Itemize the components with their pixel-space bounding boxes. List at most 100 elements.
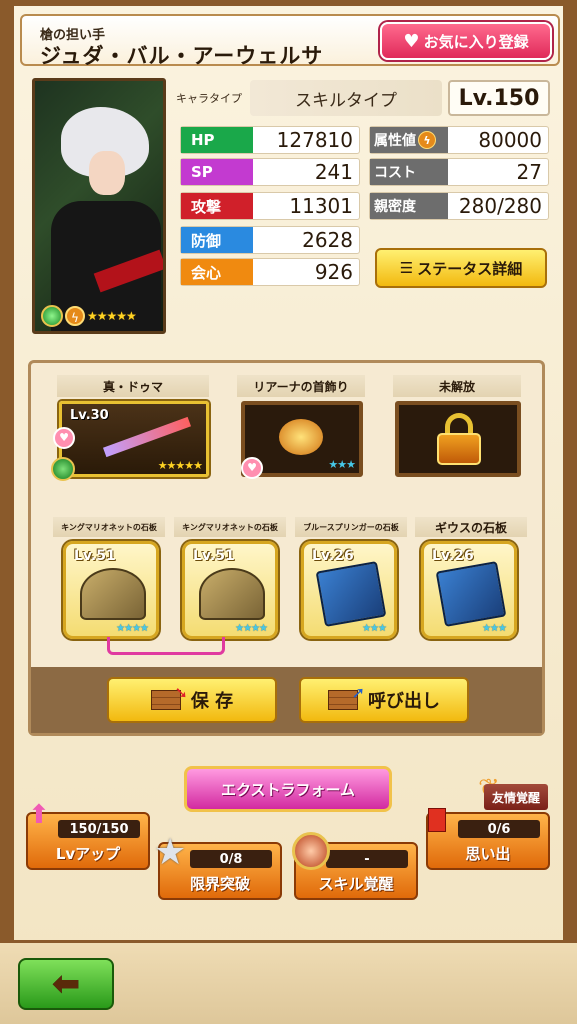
- stat-attack: 攻撃 11301: [180, 192, 360, 220]
- heart-icon: ♥: [403, 30, 420, 52]
- lightning-attribute-icon: ϟ: [418, 131, 436, 149]
- weapon-slot[interactable]: Lv.30 ★★★★★: [59, 401, 209, 477]
- stat-hp: HP 127810: [180, 126, 360, 154]
- save-button[interactable]: ➘ 保 存: [107, 677, 277, 723]
- blue-tablet-icon: [315, 561, 387, 627]
- padlock-icon: [437, 413, 481, 465]
- stat-sp-value: 241: [314, 160, 353, 184]
- stat-attribute: 属性値 ϟ 80000: [369, 126, 549, 154]
- favorite-button[interactable]: ♥ お気に入り登録: [380, 22, 552, 60]
- tablet-3-level: Lv.26: [312, 548, 354, 564]
- memories-progress: 0/6: [458, 820, 540, 838]
- portrait-badges: ϟ ★★★★★: [41, 305, 137, 327]
- necklace-icon: [279, 419, 323, 455]
- gold-tablet-icon: [80, 568, 146, 620]
- tablet-3-stars: ★★★: [362, 623, 387, 634]
- stat-defense-label: 防御: [181, 227, 253, 253]
- accessory-heart-icon: ♥: [241, 457, 263, 479]
- limit-break-label: 限界突破: [189, 875, 250, 893]
- weapon-heart-icon: ♥: [53, 427, 75, 449]
- character-header: 槍の担い手 ジュダ・バル・アーウェルサ ♥ お気に入り登録: [20, 14, 560, 68]
- stat-defense: 防御 2628: [180, 226, 360, 254]
- memories-label: 思い出: [465, 845, 511, 863]
- tablet-1-title: キングマリオネットの石板: [53, 517, 165, 537]
- stat-critical: 会心 926: [180, 258, 360, 286]
- skill-awaken-progress: -: [326, 850, 408, 868]
- tablet-4-stars: ★★★: [482, 623, 507, 634]
- accessory-stars: ★★★: [328, 458, 356, 471]
- stat-attack-value: 11301: [289, 194, 353, 218]
- tablet-4-level: Lv.26: [432, 548, 474, 564]
- stat-cost-label: コスト: [370, 159, 448, 185]
- stat-attribute-value: 80000: [478, 128, 542, 152]
- spear-icon: [103, 416, 191, 458]
- status-detail-label: ステータス詳細: [417, 259, 523, 278]
- weapon-wind-icon: [51, 457, 75, 481]
- load-label: 呼び出し: [368, 691, 440, 712]
- stat-intimacy-label: 親密度: [370, 193, 448, 219]
- tablet-slot-2[interactable]: Lv.51 ★★★★: [182, 541, 278, 639]
- friendship-awaken-tag: 友情覚醒: [484, 784, 548, 810]
- equipment-panel: 真・ドゥマ リアーナの首飾り 未解放 Lv.30 ★★★★★ ♥ ★★★ ♥ キ…: [28, 360, 545, 736]
- stat-defense-value: 2628: [302, 228, 353, 252]
- status-detail-button[interactable]: ☰ ステータス詳細: [375, 248, 547, 288]
- rarity-stars: ★★★★★: [87, 309, 137, 323]
- stat-cost-value: 27: [516, 160, 542, 184]
- stat-sp-label: SP: [181, 159, 253, 185]
- wind-orb-icon: [41, 305, 63, 327]
- stat-attack-label: 攻撃: [181, 193, 253, 219]
- character-name: ジュダ・バル・アーウェルサ: [40, 44, 324, 68]
- tablet-1-level: Lv.51: [74, 548, 116, 564]
- load-brick-icon: ➚: [328, 683, 365, 710]
- lightning-icon: ϟ: [65, 306, 85, 326]
- locked-slot: [395, 401, 521, 477]
- tablet-2-title: キングマリオネットの石板: [174, 517, 286, 537]
- stat-intimacy-value: 280/280: [458, 194, 542, 218]
- save-label: 保 存: [190, 691, 234, 712]
- red-card-icon: [428, 808, 446, 832]
- favorite-label: お気に入り登録: [423, 32, 529, 51]
- list-icon: ☰: [399, 259, 414, 277]
- chara-type-label: キャラタイプ: [176, 92, 242, 105]
- tablet-slot-3[interactable]: Lv.26 ★★★: [301, 541, 397, 639]
- back-button[interactable]: ⬅: [18, 958, 114, 1010]
- lv-up-progress: 150/150: [58, 820, 140, 838]
- accessory-slot-title: リアーナの首飾り: [237, 375, 365, 397]
- extra-form-button[interactable]: エクストラフォーム: [184, 766, 392, 812]
- tablet-slot-4[interactable]: Lv.26 ★★★: [421, 541, 517, 639]
- lv-up-label: Lvアップ: [55, 845, 121, 863]
- gold-tablet-icon: [199, 568, 265, 620]
- stat-attribute-label-text: 属性値: [374, 133, 416, 149]
- load-button[interactable]: ➚ 呼び出し: [299, 677, 469, 723]
- skill-awaken-label: スキル覚醒: [318, 875, 394, 893]
- tablet-3-title: ブルースプリンガーの石板: [295, 517, 407, 537]
- character-portrait[interactable]: ϟ ★★★★★: [32, 78, 166, 334]
- back-arrow-icon: ⬅: [51, 964, 81, 1004]
- tablet-slot-1[interactable]: Lv.51 ★★★★: [63, 541, 159, 639]
- tablet-1-stars: ★★★★: [116, 623, 149, 634]
- locked-slot-title: 未解放: [393, 375, 521, 397]
- stat-cost: コスト 27: [369, 158, 549, 186]
- weapon-stars: ★★★★★: [157, 459, 203, 472]
- limit-break-progress: 0/8: [190, 850, 272, 868]
- stat-intimacy: 親密度 280/280: [369, 192, 549, 220]
- save-load-bar: ➘ 保 存 ➚ 呼び出し: [31, 667, 542, 733]
- level-up-arrow-icon: ⬆: [28, 800, 50, 830]
- tablet-4-title: ギウスの石板: [415, 517, 527, 537]
- save-brick-icon: ➘: [150, 683, 188, 710]
- stat-attribute-label: 属性値 ϟ: [370, 127, 448, 153]
- stat-critical-label: 会心: [181, 259, 253, 285]
- stat-hp-value: 127810: [276, 128, 353, 152]
- tablet-2-level: Lv.51: [193, 548, 235, 564]
- tablet-2-stars: ★★★★: [235, 623, 268, 634]
- weapon-level: Lv.30: [70, 408, 109, 423]
- silver-star-icon: ★: [154, 832, 187, 873]
- stat-hp-label: HP: [181, 127, 253, 153]
- weapon-slot-title: 真・ドゥマ: [57, 375, 209, 397]
- skill-type-value: スキルタイプ: [250, 80, 442, 116]
- stat-critical-value: 926: [314, 260, 353, 284]
- tablet-pair-bracket: [107, 637, 225, 655]
- footer-bar: ⬅: [0, 940, 577, 1024]
- stat-sp: SP 241: [180, 158, 360, 186]
- skill-orb-icon: [292, 832, 330, 870]
